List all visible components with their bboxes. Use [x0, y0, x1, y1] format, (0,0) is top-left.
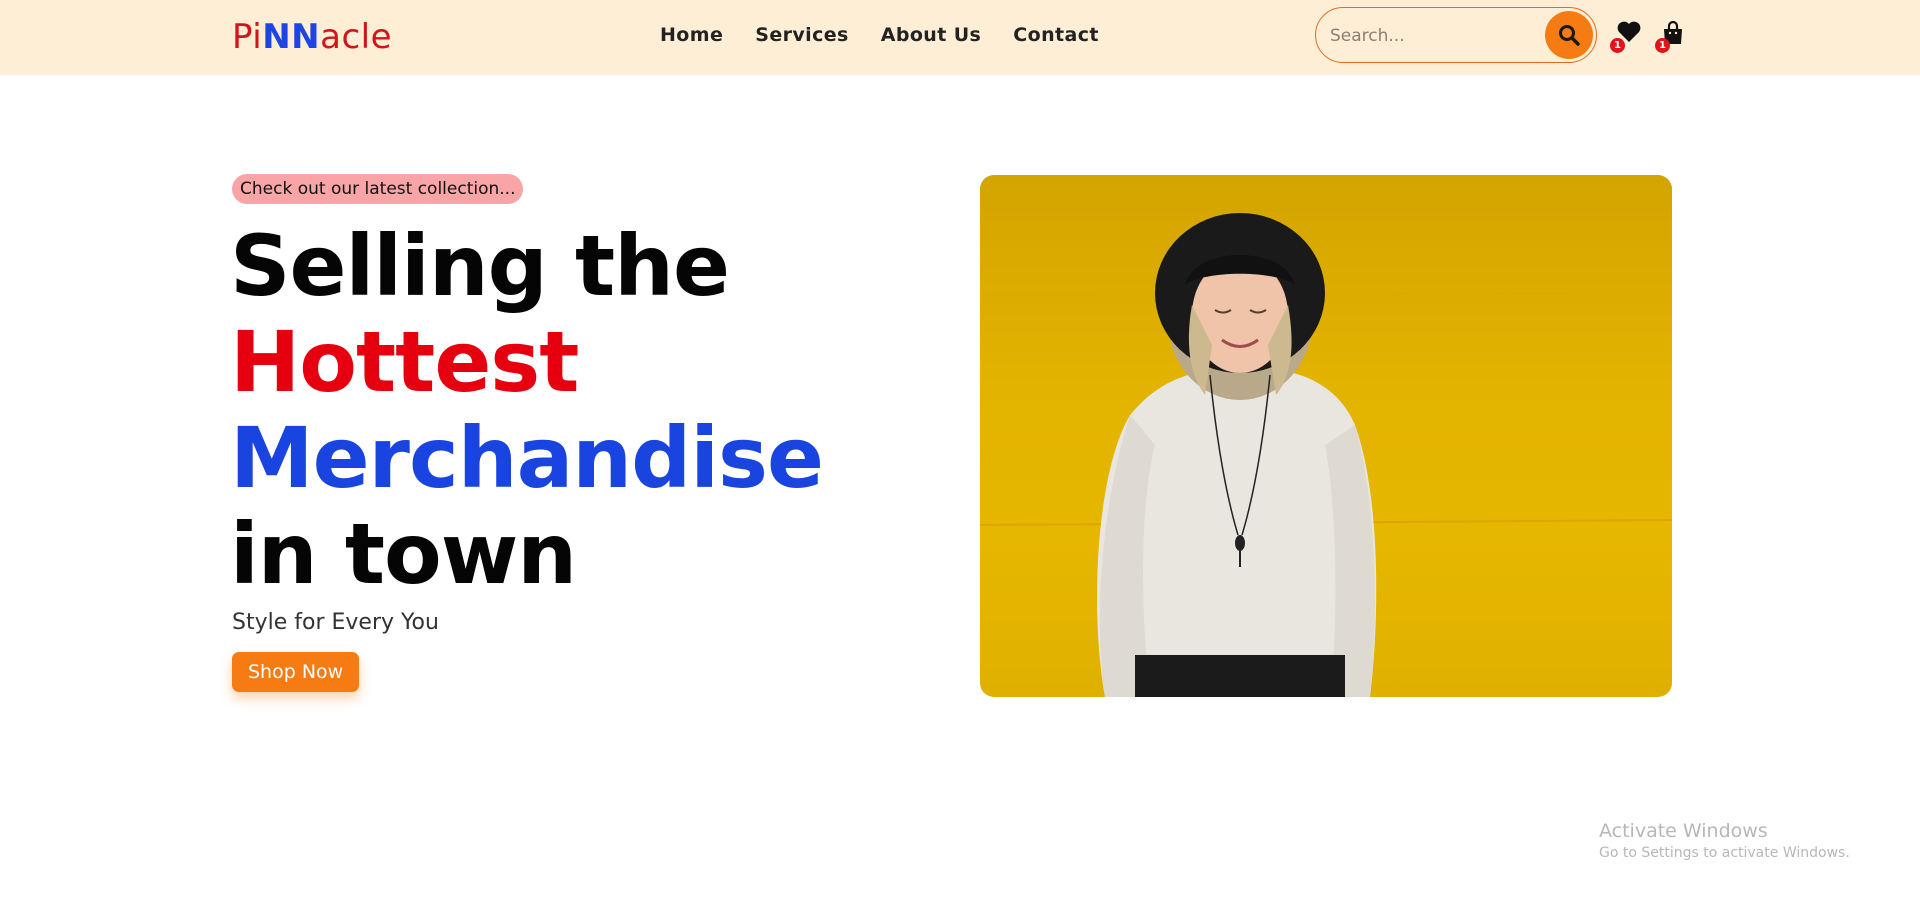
hero-headline: Selling the Hottest Merchandise in town: [230, 217, 824, 603]
nav-link-services[interactable]: Services: [755, 24, 849, 46]
logo-part-pi: Pi: [232, 17, 263, 57]
nav-link-about-us[interactable]: About Us: [881, 24, 982, 46]
search-box: [1315, 7, 1597, 63]
woman-in-hat-photo: [980, 213, 1672, 697]
hero-image: [980, 175, 1672, 697]
search-icon: [1559, 25, 1580, 46]
headline-line-1: Selling the: [230, 217, 730, 315]
wishlist-count-badge: 1: [1610, 38, 1625, 53]
watermark-title: Activate Windows: [1599, 820, 1768, 842]
logo-part-nn: NN: [262, 17, 321, 57]
activate-windows-watermark: Activate Windows Go to Settings to activ…: [1599, 820, 1850, 861]
shop-now-button[interactable]: Shop Now: [232, 652, 360, 692]
nav-link-contact[interactable]: Contact: [1013, 24, 1099, 46]
cart-count-badge: 1: [1655, 38, 1670, 53]
headline-line-2: Hottest: [230, 313, 579, 411]
navbar: PiNNacle Home Services About Us Contact …: [0, 0, 1920, 75]
collection-tagline: Check out our latest collection...: [232, 174, 524, 204]
search-input[interactable]: [1328, 20, 1532, 52]
hero-subheading: Style for Every You: [232, 610, 439, 635]
brand-logo[interactable]: PiNNacle: [232, 16, 392, 58]
cart-button[interactable]: 1: [1655, 20, 1691, 53]
headline-line-3: Merchandise: [230, 409, 824, 507]
nav-link-home[interactable]: Home: [660, 24, 723, 46]
watermark-subtitle: Go to Settings to activate Windows.: [1599, 845, 1850, 861]
main-nav: Home Services About Us Contact: [660, 24, 1099, 46]
wishlist-button[interactable]: 1: [1610, 20, 1646, 53]
headline-line-4: in town: [230, 505, 577, 603]
search-button[interactable]: [1545, 11, 1593, 59]
logo-part-acle: acle: [320, 17, 393, 57]
